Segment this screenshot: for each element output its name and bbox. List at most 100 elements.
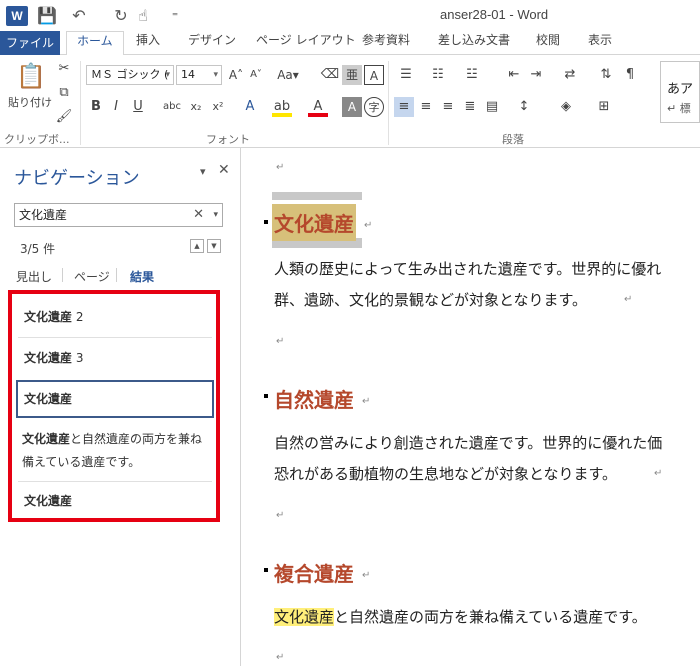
clipboard-group-label: クリップボ... <box>4 133 70 146</box>
result-snippet[interactable]: 文化遺産と自然遺産の両方を兼ね 備えている遺産です。 <box>22 428 212 474</box>
grow-font-icon[interactable]: A˄ <box>226 65 246 85</box>
window-title: anser28-01 - Word <box>440 7 549 22</box>
heading-bullet <box>264 568 268 572</box>
close-icon[interactable]: ✕ <box>218 162 230 178</box>
body-text-line: 文化遺産と自然遺産の両方を兼ね備えている遺産です。 <box>274 608 647 626</box>
multilevel-list-icon[interactable]: ☳ <box>462 65 482 85</box>
paste-icon[interactable]: 📋 <box>16 61 46 91</box>
save-icon[interactable]: 💾 <box>36 5 58 27</box>
tab-results[interactable]: 結果 <box>130 268 154 285</box>
clear-search-icon[interactable]: ✕ <box>193 204 204 226</box>
result-item[interactable]: 文化遺産 2 <box>18 308 212 325</box>
character-border-icon[interactable]: A <box>364 65 384 85</box>
align-center-icon[interactable]: ≡ <box>416 97 436 117</box>
underline-icon[interactable]: U <box>128 97 148 117</box>
nav-search-input[interactable]: 文化遺産 ✕ ▾ <box>14 203 223 227</box>
heading-mixed-heritage[interactable]: 複合遺産 <box>274 558 354 587</box>
group-divider <box>80 61 81 145</box>
format-painter-icon[interactable]: 🖌 <box>54 107 74 127</box>
word-app-icon: W <box>6 6 28 26</box>
increase-indent-icon[interactable]: ⇥ <box>526 65 546 85</box>
paragraph-group-label: 段落 <box>502 133 524 146</box>
numbering-icon[interactable]: ☷ <box>428 65 448 85</box>
paste-button-label[interactable]: 貼り付け <box>6 93 54 113</box>
sort-icon[interactable]: ⇅ <box>596 65 616 85</box>
tab-file[interactable]: ファイル <box>0 31 60 55</box>
tab-headings[interactable]: 見出し <box>16 268 52 285</box>
next-result-icon[interactable]: ▼ <box>207 239 221 253</box>
tab-pages[interactable]: ページ <box>74 268 110 285</box>
paragraph-mark: ↵ <box>362 396 371 407</box>
justify-icon[interactable]: ≣ <box>460 97 480 117</box>
tab-home[interactable]: ホーム <box>66 31 124 56</box>
heading-bullet <box>264 220 268 224</box>
style-gallery[interactable]: あア ↵ 標 <box>660 61 700 123</box>
body-text-line: 群、遺跡、文化的景観などが対象となります。 <box>274 291 588 309</box>
bold-icon[interactable]: B <box>86 97 106 117</box>
body-text-line: 恐れがある動植物の生息地などが対象となります。 <box>274 465 618 483</box>
paragraph-mark: ↵ <box>276 162 285 173</box>
search-options-icon[interactable]: ▾ <box>213 204 218 226</box>
tab-page-layout[interactable]: ページ レイアウト <box>256 31 356 55</box>
tab-design[interactable]: デザイン <box>188 31 236 55</box>
result-count: 3/5 件 <box>20 242 56 256</box>
tab-divider <box>116 268 117 282</box>
character-shading-gray-icon[interactable]: A <box>342 97 362 117</box>
font-color-icon[interactable]: A <box>308 97 328 117</box>
subscript-icon[interactable]: x₂ <box>186 97 206 117</box>
tab-view[interactable]: 表示 <box>588 31 612 55</box>
tab-mailings[interactable]: 差し込み文書 <box>438 31 510 55</box>
clear-formatting-icon[interactable]: ⌫ <box>320 65 340 85</box>
undo-icon[interactable]: ↶ <box>68 5 90 27</box>
heading-bullet <box>264 394 268 398</box>
search-highlight: 文化遺産 <box>274 608 335 626</box>
text-effects-icon[interactable]: A <box>240 97 260 117</box>
touch-mode-icon[interactable]: ☝ <box>132 5 154 27</box>
show-marks-icon[interactable]: ¶ <box>620 65 640 85</box>
nav-options-icon[interactable]: ▾ <box>200 165 206 178</box>
character-shading-icon[interactable]: 亜 <box>342 65 362 85</box>
align-right-icon[interactable]: ≡ <box>438 97 458 117</box>
bullets-icon[interactable]: ☰ <box>396 65 416 85</box>
font-group-label: フォント <box>206 133 250 146</box>
redo-icon[interactable]: ↻ <box>110 5 132 27</box>
body-text-line: 人類の歴史によって生み出された遺産です。世界的に優れ <box>274 260 662 278</box>
body-text-line: 自然の営みにより創造された遺産です。世界的に優れた価 <box>274 434 663 452</box>
selection-strip <box>272 192 362 200</box>
customize-qat-icon[interactable]: ⁼ <box>164 5 186 27</box>
tab-references[interactable]: 参考資料 <box>362 31 410 55</box>
paragraph-mark: ↵ <box>276 510 285 521</box>
search-results-list: 文化遺産 2 文化遺産 3 文化遺産 文化遺産と自然遺産の両方を兼ね 備えている… <box>8 290 220 522</box>
distributed-icon[interactable]: ▤ <box>482 97 502 117</box>
superscript-icon[interactable]: x² <box>208 97 228 117</box>
highlight-color-icon[interactable]: ab <box>272 97 292 117</box>
decrease-indent-icon[interactable]: ⇤ <box>504 65 524 85</box>
document-area[interactable]: ↵ 文化遺産 ↵ 人類の歴史によって生み出された遺産です。世界的に優れ 群、遺跡… <box>242 148 700 666</box>
italic-icon[interactable]: I <box>106 97 126 117</box>
cut-icon[interactable]: ✂ <box>54 59 74 79</box>
previous-result-icon[interactable]: ▲ <box>190 239 204 253</box>
result-item[interactable]: 文化遺産 <box>18 492 212 509</box>
result-item[interactable]: 文化遺産 3 <box>18 349 212 366</box>
asian-layout-icon[interactable]: ⇄ <box>560 65 580 85</box>
borders-icon[interactable]: ⊞ <box>594 97 614 117</box>
change-case-icon[interactable]: Aa▾ <box>274 65 302 85</box>
tab-insert[interactable]: 挿入 <box>136 31 160 55</box>
paragraph-mark: ↵ <box>364 220 373 231</box>
strikethrough-icon[interactable]: abc <box>162 97 182 117</box>
tab-review[interactable]: 校閲 <box>536 31 560 55</box>
line-spacing-icon[interactable]: ↕ <box>514 97 534 117</box>
heading-natural-heritage[interactable]: 自然遺産 <box>274 384 354 413</box>
font-size-select[interactable]: 14 ▾ <box>176 65 222 85</box>
shrink-font-icon[interactable]: A˅ <box>246 65 266 85</box>
copy-icon[interactable]: ⧉ <box>54 83 74 103</box>
title-bar: W 💾 ↶ ↻ ☝ ⁼ anser28-01 - Word <box>0 0 700 31</box>
result-divider <box>18 337 212 338</box>
navigation-pane: ナビゲーション ▾ ✕ 文化遺産 ✕ ▾ 3/5 件 ▲ ▼ 見出し ページ 結… <box>0 148 241 666</box>
heading-cultural-heritage[interactable]: 文化遺産 <box>272 204 356 241</box>
shading-icon[interactable]: ◈ <box>556 97 576 117</box>
font-name-select[interactable]: ＭＳ ゴシック (▾ <box>86 65 174 85</box>
enclose-characters-icon[interactable]: 字 <box>364 97 384 117</box>
ribbon-home: 📋 貼り付け ✂ ⧉ 🖌 クリップボ... ＭＳ ゴシック (▾ 14 ▾ A˄ … <box>0 55 700 148</box>
align-left-icon[interactable]: ≡ <box>394 97 414 117</box>
